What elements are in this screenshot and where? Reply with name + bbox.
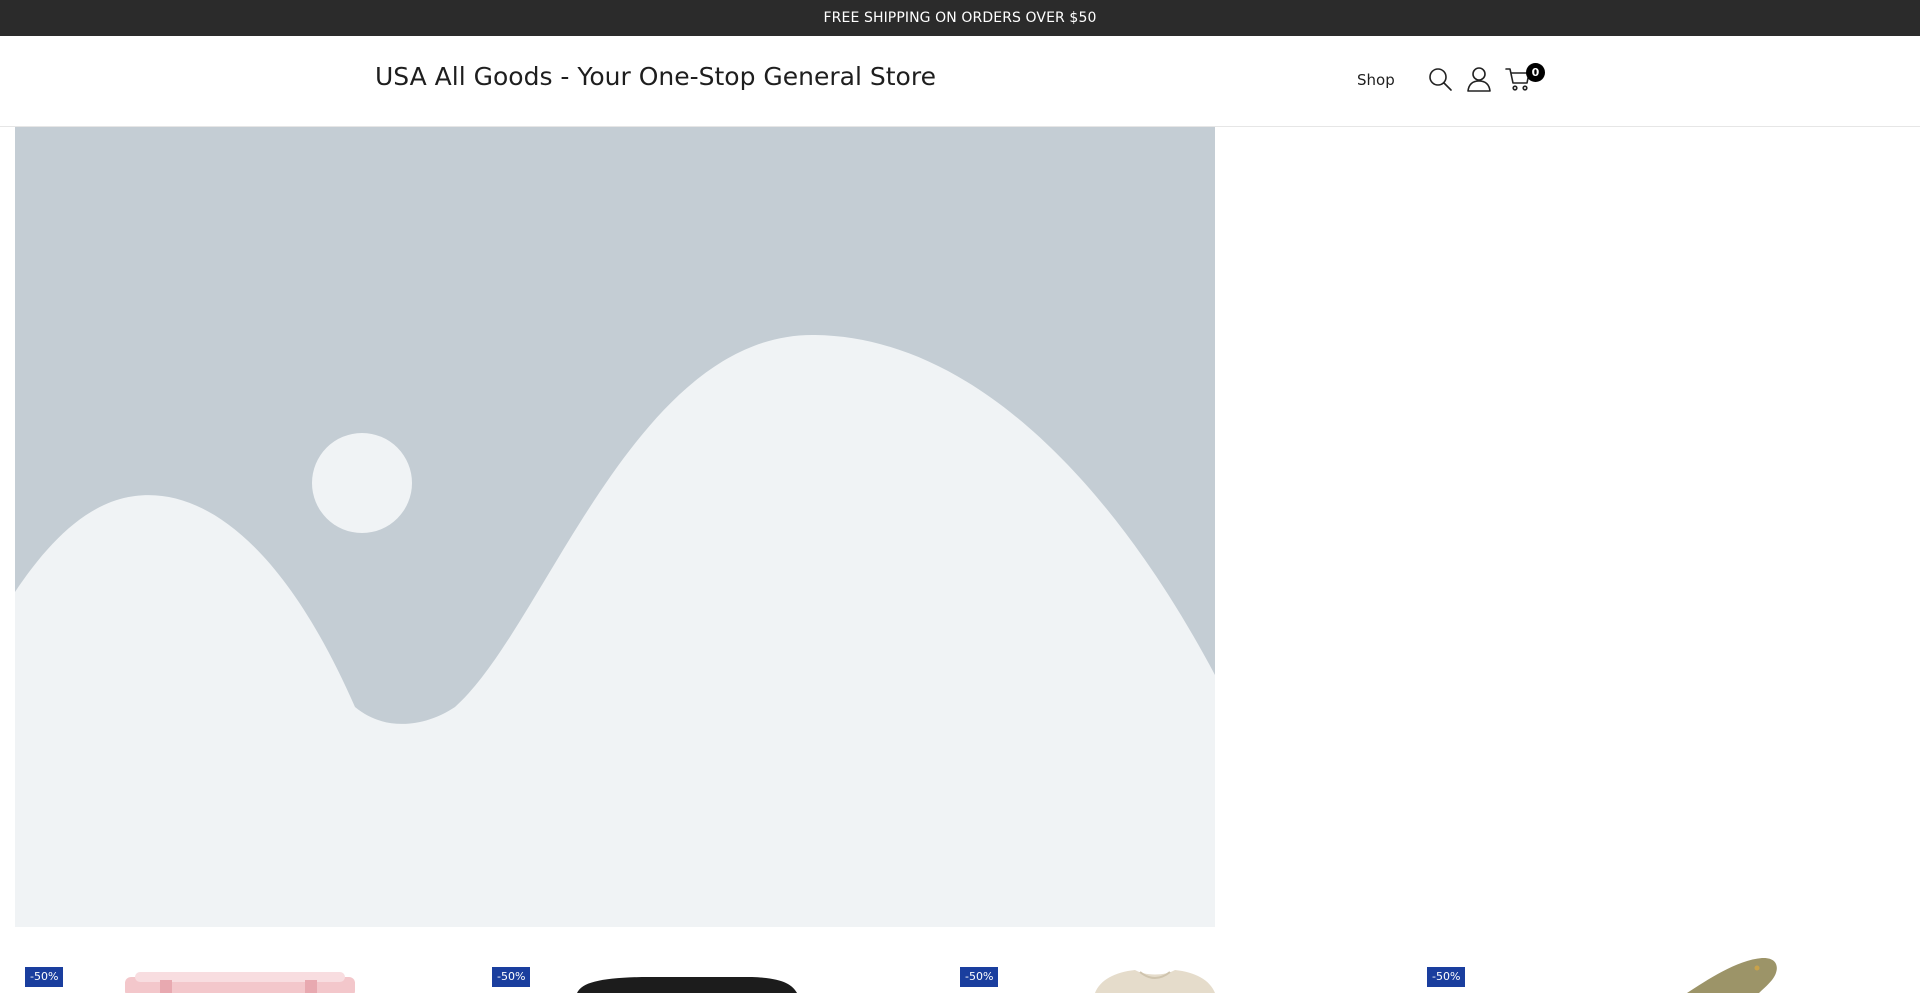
search-icon[interactable] [1427,66,1453,92]
product-card[interactable]: -50% [950,950,1410,993]
announcement-bar: FREE SHIPPING ON ORDERS OVER $50 [0,0,1920,36]
announcement-text: FREE SHIPPING ON ORDERS OVER $50 [823,10,1097,26]
product-card[interactable]: -50% [482,950,942,993]
hero-placeholder-image [15,127,1215,927]
olive-knife-image[interactable] [1417,950,1877,993]
sale-badge: -50% [1427,967,1466,987]
nav-item-shop[interactable]: Shop [1357,71,1395,89]
store-title-link[interactable]: USA All Goods - Your One-Stop General St… [375,62,936,91]
product-grid: -50% -50% -50% -50% [0,950,1920,993]
product-card[interactable]: -50% [15,950,475,993]
sale-badge: -50% [25,967,64,987]
sale-badge: -50% [960,967,999,987]
product-card[interactable]: -50% [1417,950,1877,993]
pink-container-image[interactable] [15,950,475,993]
beige-shirt-image[interactable] [950,950,1410,993]
account-icon[interactable] [1466,66,1492,92]
cart-count-badge: 0 [1526,63,1545,82]
site-header: USA All Goods - Your One-Stop General St… [0,36,1920,127]
black-case-image[interactable] [482,950,942,993]
sale-badge: -50% [492,967,531,987]
